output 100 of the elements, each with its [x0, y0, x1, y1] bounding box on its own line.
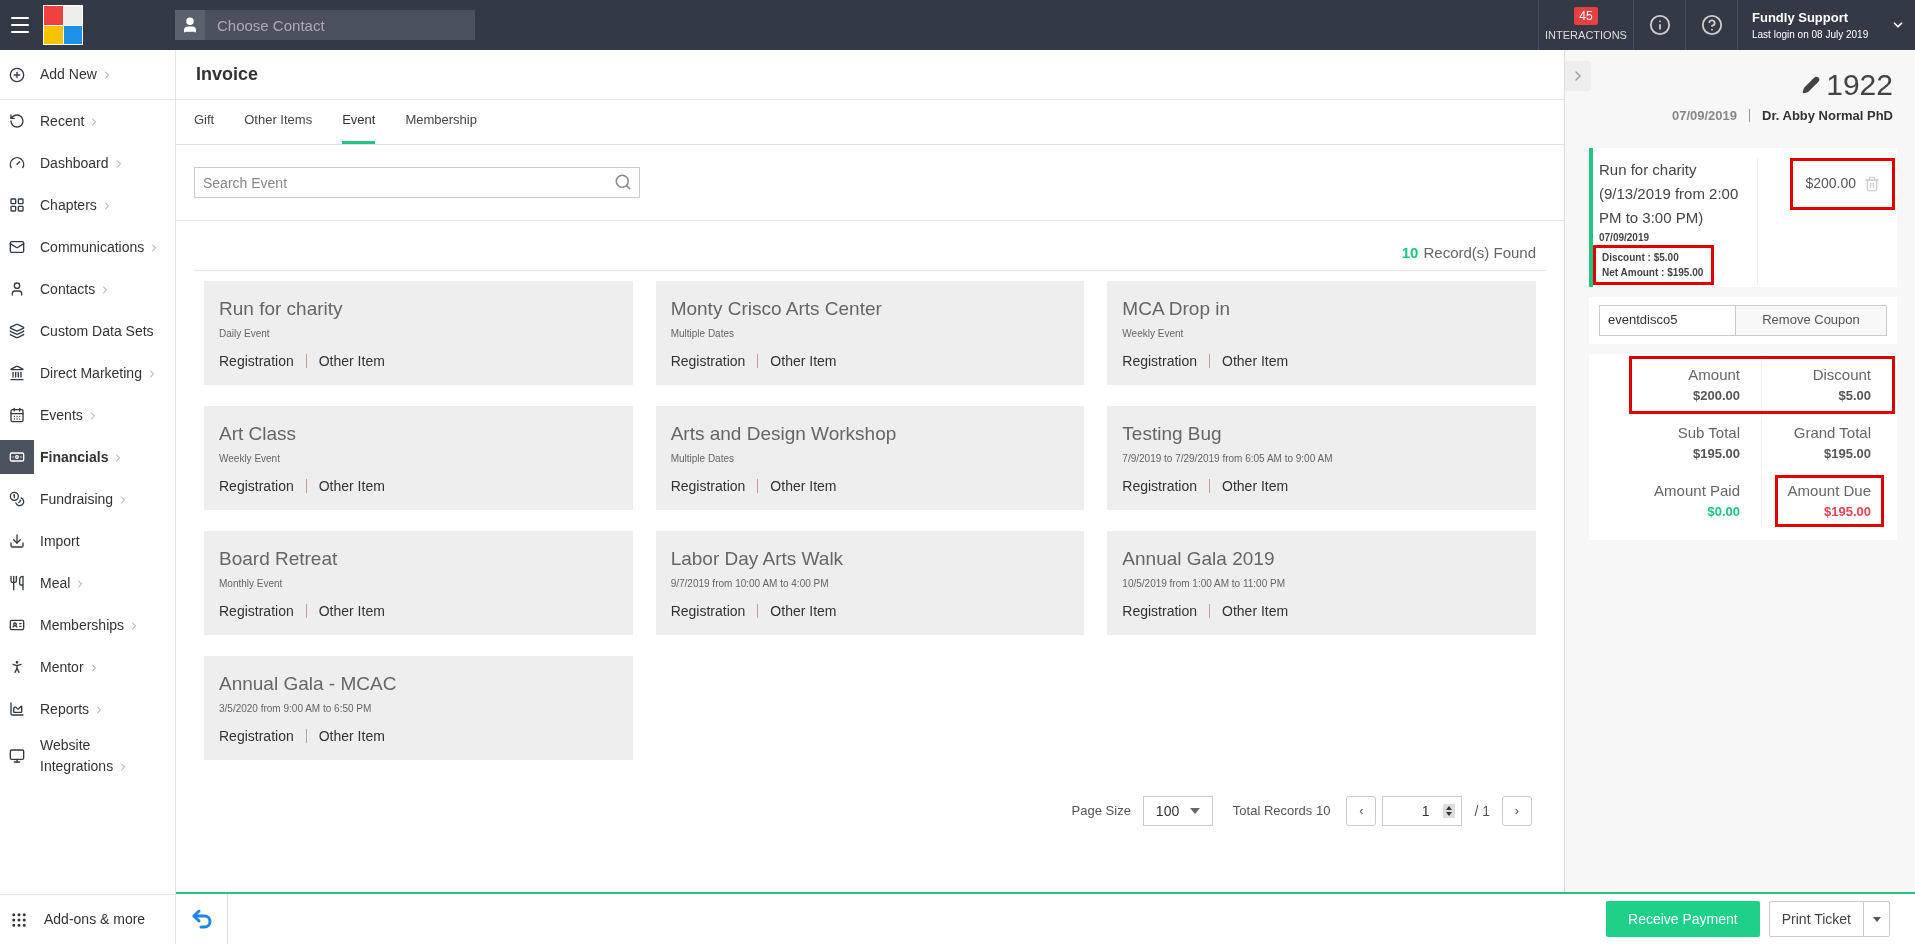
- total-label: Sub Total: [1677, 422, 1740, 443]
- sidebar-item[interactable]: Communications: [0, 226, 175, 268]
- event-subtitle: 10/5/2019 from 1:00 AM to 11:00 PM: [1122, 576, 1287, 591]
- event-subtitle: Weekly Event: [219, 451, 281, 466]
- sidebar-item[interactable]: Memberships: [0, 604, 175, 646]
- spinner-icon[interactable]: [1443, 804, 1456, 818]
- layers-icon: [9, 323, 25, 339]
- sidebar-item[interactable]: Chapters: [0, 184, 175, 226]
- line-item-title: Run for charity (9/13/2019 from 2:00 PM to 3:00 PM): [1599, 159, 1740, 228]
- sidebar-item[interactable]: Contacts: [0, 268, 175, 310]
- tab[interactable]: Membership: [405, 109, 477, 144]
- sidebar-item[interactable]: Recent: [0, 100, 175, 142]
- trash-icon: [1864, 175, 1880, 192]
- event-subtitle: Weekly Event: [1122, 326, 1185, 341]
- page-size-select[interactable]: 100: [1142, 796, 1213, 826]
- total-value: $195.00: [1693, 445, 1740, 463]
- event-link[interactable]: Registration: [670, 350, 746, 372]
- event-link[interactable]: Other Item: [1222, 350, 1289, 372]
- sidebar-item[interactable]: Meal: [0, 562, 175, 604]
- page-size-label: Page Size: [1071, 802, 1131, 821]
- event-subtitle: Daily Event: [219, 326, 271, 341]
- calendar-icon: [9, 407, 25, 423]
- contact-field[interactable]: Choose Contact: [205, 10, 475, 40]
- sidebar-item[interactable]: Mentor: [0, 646, 175, 688]
- event-link[interactable]: Registration: [1122, 475, 1198, 497]
- total-records: Total Records 10: [1232, 802, 1331, 821]
- next-page-button[interactable]: ›: [1502, 796, 1532, 826]
- prev-page-button[interactable]: ‹: [1346, 796, 1377, 826]
- event-link[interactable]: Registration: [1122, 600, 1198, 622]
- sidebar-item[interactable]: Import: [0, 520, 175, 562]
- event-link[interactable]: Other Item: [770, 350, 837, 372]
- page-title: Invoice: [196, 63, 259, 86]
- page-number-field[interactable]: 1: [1382, 796, 1463, 826]
- net-amount-text: Net Amount : $195.00: [1602, 265, 1704, 280]
- event-link[interactable]: Registration: [670, 600, 746, 622]
- addons-item[interactable]: Add-ons & more: [0, 894, 175, 944]
- event-title: Annual Gala - MCAC: [219, 672, 398, 696]
- event-title: Arts and Design Workshop: [670, 422, 898, 446]
- utensils-icon: [9, 575, 25, 591]
- sidebar-item[interactable]: Reports: [0, 688, 175, 730]
- remove-coupon-button[interactable]: Remove Coupon: [1736, 304, 1887, 336]
- event-link[interactable]: Other Item: [1222, 475, 1289, 497]
- count-badge: 45: [1574, 6, 1598, 25]
- sidebar-item[interactable]: Add New: [0, 50, 175, 100]
- total-label: Amount Paid: [1654, 480, 1740, 501]
- event-subtitle: Multiple Dates: [670, 326, 735, 341]
- download-icon: [9, 533, 25, 549]
- sidebar-item[interactable]: Dashboard: [0, 142, 175, 184]
- line-item-date: 07/09/2019: [1599, 230, 1651, 245]
- grid-icon: [9, 197, 25, 213]
- event-link[interactable]: Registration: [219, 475, 294, 497]
- event-title: Run for charity: [219, 297, 344, 321]
- banknote-icon: [9, 449, 25, 465]
- search-icon[interactable]: [614, 173, 632, 191]
- sidebar-item[interactable]: Financials: [0, 436, 175, 478]
- total-value: $195.00: [1824, 445, 1871, 463]
- event-link[interactable]: Registration: [219, 725, 294, 747]
- event-title: MCA Drop in: [1122, 297, 1232, 321]
- event-link[interactable]: Other Item: [1222, 600, 1289, 622]
- event-link[interactable]: Other Item: [318, 475, 385, 497]
- tab[interactable]: Gift: [194, 109, 215, 144]
- coupon-field[interactable]: eventdisco5: [1599, 304, 1736, 336]
- print-ticket-button[interactable]: Print Ticket: [1768, 901, 1890, 937]
- sidebar-item[interactable]: Fundraising: [0, 478, 175, 520]
- plus-circle-icon: [9, 66, 25, 83]
- event-title: Board Retreat: [219, 547, 339, 571]
- sidebar-item[interactable]: Website Integrations: [0, 730, 175, 782]
- sidebar-item[interactable]: Events: [0, 394, 175, 436]
- event-link[interactable]: Other Item: [318, 350, 385, 372]
- undo-icon: [9, 113, 25, 129]
- last-login: Last login on 08 July 2019: [1752, 28, 1869, 43]
- monitor-icon: [9, 748, 25, 764]
- event-link[interactable]: Other Item: [770, 475, 837, 497]
- event-link[interactable]: Registration: [219, 600, 294, 622]
- building-icon: [9, 365, 25, 381]
- event-link[interactable]: Registration: [1122, 350, 1198, 372]
- records-label: Record(s) Found: [1423, 242, 1536, 263]
- person-icon: [9, 659, 25, 675]
- tab[interactable]: Other Items: [244, 109, 313, 144]
- sidebar-item[interactable]: Custom Data Sets: [0, 310, 175, 352]
- event-title: Annual Gala 2019: [1122, 547, 1276, 571]
- event-link[interactable]: Registration: [219, 350, 294, 372]
- event-link[interactable]: Other Item: [318, 725, 385, 747]
- event-link[interactable]: Registration: [670, 475, 746, 497]
- grid-dots-icon: [10, 910, 28, 929]
- search-field[interactable]: Search Event: [194, 167, 640, 198]
- event-link[interactable]: Other Item: [770, 600, 837, 622]
- person-icon: [9, 281, 25, 297]
- total-value: $0.00: [1707, 503, 1740, 521]
- user-name[interactable]: Fundly Support: [1752, 7, 1869, 28]
- sidebar-item[interactable]: Direct Marketing: [0, 352, 175, 394]
- tab[interactable]: Event: [342, 109, 376, 144]
- event-link[interactable]: Other Item: [318, 600, 385, 622]
- total-label: Grand Total: [1793, 422, 1871, 443]
- envelope-icon: [9, 239, 25, 255]
- invoice-number: 1922: [1826, 70, 1893, 100]
- logo-icon: [43, 5, 83, 45]
- discount-text: Discount : $5.00: [1602, 250, 1680, 265]
- total-value: $200.00: [1693, 387, 1740, 405]
- total-value: $195.00: [1824, 503, 1871, 521]
